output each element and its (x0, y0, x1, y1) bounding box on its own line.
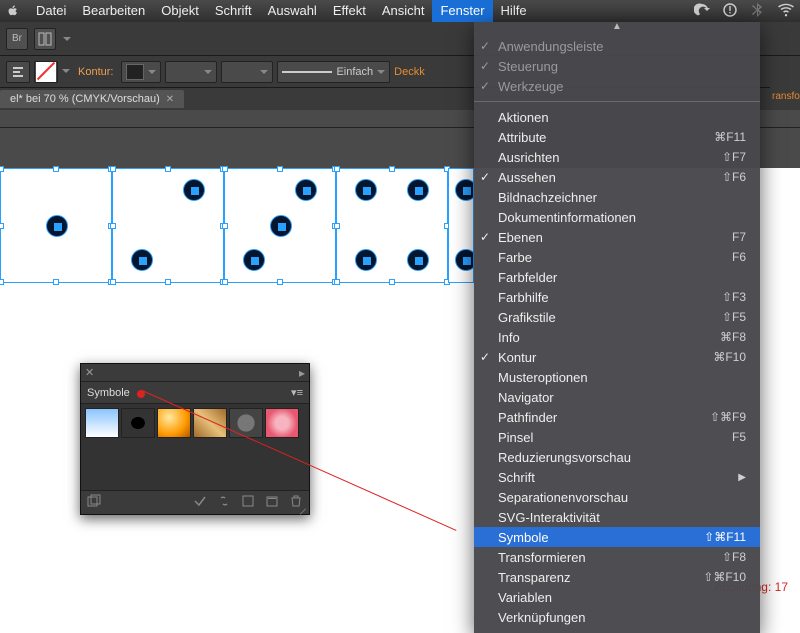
symbols-grid (81, 404, 309, 442)
fill-dropdown[interactable] (62, 66, 70, 78)
menu-item-werkzeuge[interactable]: ✓Werkzeuge (474, 76, 760, 96)
menu-fenster[interactable]: Fenster (432, 0, 492, 22)
no-fill-swatch[interactable] (34, 61, 58, 83)
menu-separator (474, 101, 760, 102)
menu-item-pinsel[interactable]: PinselF5 (474, 427, 760, 447)
die-4[interactable] (336, 168, 448, 283)
symbol-options-icon[interactable] (241, 494, 255, 511)
menu-item-farbfelder[interactable]: Farbfelder (474, 267, 760, 287)
menu-item-anwendungsleiste[interactable]: ✓Anwendungsleiste (474, 36, 760, 56)
menu-item-info[interactable]: Info⌘F8 (474, 327, 760, 347)
menu-datei[interactable]: Datei (28, 0, 74, 22)
menu-item-transformieren[interactable]: Transformieren⇧F8 (474, 547, 760, 567)
arrange-docs-button[interactable] (34, 28, 56, 50)
menu-objekt[interactable]: Objekt (153, 0, 207, 22)
menu-bearbeiten[interactable]: Bearbeiten (74, 0, 153, 22)
brush-definition[interactable]: Einfach (277, 61, 390, 83)
arrange-docs-dropdown[interactable] (62, 35, 72, 43)
sync-icon[interactable] (694, 2, 710, 21)
menu-item-variablen[interactable]: Variablen (474, 587, 760, 607)
menu-hilfe[interactable]: Hilfe (493, 0, 535, 22)
stroke-profile[interactable] (221, 61, 273, 83)
panel-collapse-icon[interactable]: ▸ (299, 366, 305, 380)
menu-item-reduzierungsvorschau[interactable]: Reduzierungsvorschau (474, 447, 760, 467)
bridge-button[interactable]: Br (6, 28, 28, 50)
panel-close-icon[interactable]: ✕ (85, 366, 94, 379)
symbol-gradient[interactable] (85, 408, 119, 438)
menu-effekt[interactable]: Effekt (325, 0, 374, 22)
new-symbol-icon[interactable] (265, 494, 279, 511)
menu-item-aussehen[interactable]: ✓Aussehen⇧F6 (474, 167, 760, 187)
symbol-gerbera[interactable] (265, 408, 299, 438)
menu-item-steuerung[interactable]: ✓Steuerung (474, 56, 760, 76)
stroke-label: Kontur: (74, 66, 117, 78)
panel-menu-icon[interactable]: ▾≡ (291, 386, 303, 399)
menu-auswahl[interactable]: Auswahl (260, 0, 325, 22)
document-title: el* bei 70 % (CMYK/Vorschau) (10, 93, 160, 105)
menu-item-schrift[interactable]: Schrift▶ (474, 467, 760, 487)
opacity-link[interactable]: Deckk (394, 66, 425, 78)
menu-ansicht[interactable]: Ansicht (374, 0, 433, 22)
menubar-status-icons (694, 2, 794, 21)
menu-item-attribute[interactable]: Attribute⌘F11 (474, 127, 760, 147)
menu-item-dokumentinformationen[interactable]: Dokumentinformationen (474, 207, 760, 227)
close-tab-icon[interactable]: ✕ (166, 94, 174, 105)
menu-item-ebenen[interactable]: ✓EbenenF7 (474, 227, 760, 247)
menu-item-ausrichten[interactable]: Ausrichten⇧F7 (474, 147, 760, 167)
symbol-ribbon[interactable] (193, 408, 227, 438)
menu-item-farbhilfe[interactable]: Farbhilfe⇧F3 (474, 287, 760, 307)
menu-item-pathfinder[interactable]: Pathfinder⇧⌘F9 (474, 407, 760, 427)
die-2[interactable] (112, 168, 224, 283)
menu-item-musteroptionen[interactable]: Musteroptionen (474, 367, 760, 387)
menu-item-grafikstile[interactable]: Grafikstile⇧F5 (474, 307, 760, 327)
panel-tab-symbole[interactable]: Symbole (87, 387, 130, 399)
stroke-color[interactable] (121, 61, 161, 83)
menu-item-verkn-pfungen[interactable]: Verknüpfungen (474, 607, 760, 627)
transform-panel-tab[interactable]: ransforn (770, 87, 800, 109)
menu-item-kontur[interactable]: ✓Kontur⌘F10 (474, 347, 760, 367)
symbol-gear[interactable] (229, 408, 263, 438)
menu-scroll-up-icon[interactable]: ▲ (474, 22, 760, 34)
die-3[interactable] (224, 168, 336, 283)
menu-item-separationenvorschau[interactable]: Separationenvorschau (474, 487, 760, 507)
die-1[interactable] (0, 168, 112, 283)
document-tab[interactable]: el* bei 70 % (CMYK/Vorschau) ✕ (0, 90, 184, 108)
menu-item-aktionen[interactable]: Aktionen (474, 107, 760, 127)
panel-footer (81, 490, 309, 514)
bluetooth-icon[interactable] (750, 2, 766, 21)
symbols-panel[interactable]: ✕ ▸ Symbole ▾≡ (80, 363, 310, 515)
system-menubar: Datei Bearbeiten Objekt Schrift Auswahl … (0, 0, 800, 22)
align-button[interactable] (6, 61, 30, 83)
menu-item-farbe[interactable]: FarbeF6 (474, 247, 760, 267)
menu-item-transparenz[interactable]: Transparenz⇧⌘F10 (474, 567, 760, 587)
stroke-width[interactable] (165, 61, 217, 83)
notification-icon[interactable] (722, 2, 738, 21)
place-symbol-icon[interactable] (193, 494, 207, 511)
apple-menu-icon[interactable] (6, 4, 20, 18)
symbol-orb[interactable] (157, 408, 191, 438)
break-link-icon[interactable] (217, 494, 231, 511)
dice-selection[interactable] (0, 168, 474, 283)
menu-item-symbole[interactable]: Symbole⇧⌘F11 (474, 527, 760, 547)
menu-item-bildnachzeichner[interactable]: Bildnachzeichner (474, 187, 760, 207)
symbol-ink-splat[interactable] (121, 408, 155, 438)
menu-item-svg-interaktivit-t[interactable]: SVG-Interaktivität (474, 507, 760, 527)
symbol-libraries-icon[interactable] (87, 494, 101, 511)
menu-schrift[interactable]: Schrift (207, 0, 260, 22)
panel-resize-handle[interactable] (297, 502, 307, 512)
menu-item-navigator[interactable]: Navigator (474, 387, 760, 407)
die-5[interactable] (448, 168, 474, 283)
fenster-dropdown: ▲ ✓Anwendungsleiste✓Steuerung✓Werkzeuge … (474, 22, 760, 633)
wifi-icon[interactable] (778, 2, 794, 21)
